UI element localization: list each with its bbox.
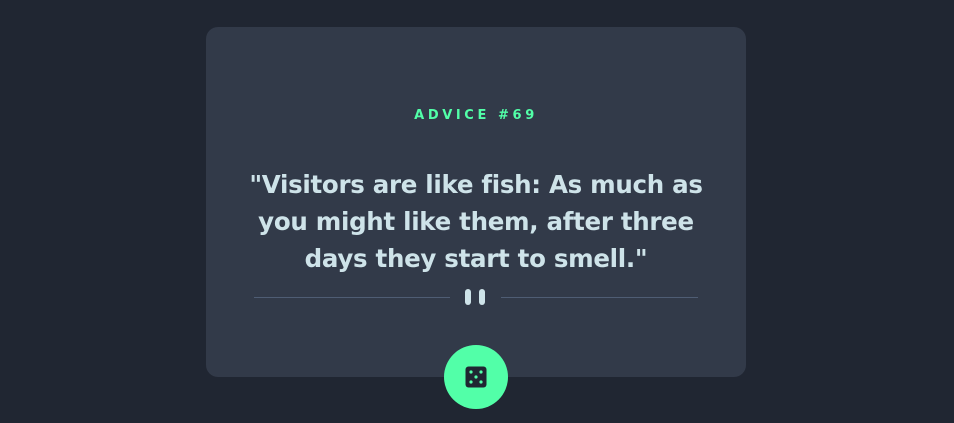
pause-icon [465,289,487,305]
divider [254,288,698,306]
new-advice-button[interactable] [444,345,508,409]
dice-icon [465,366,487,388]
page: ADVICE #69 "Visitors are like fish: As m… [0,0,954,423]
advice-card: ADVICE #69 "Visitors are like fish: As m… [206,27,746,377]
divider-line-right [501,297,698,298]
advice-number: ADVICE #69 [414,108,538,123]
advice-quote: "Visitors are like fish: As much as you … [249,170,703,273]
divider-line-left [254,297,450,298]
